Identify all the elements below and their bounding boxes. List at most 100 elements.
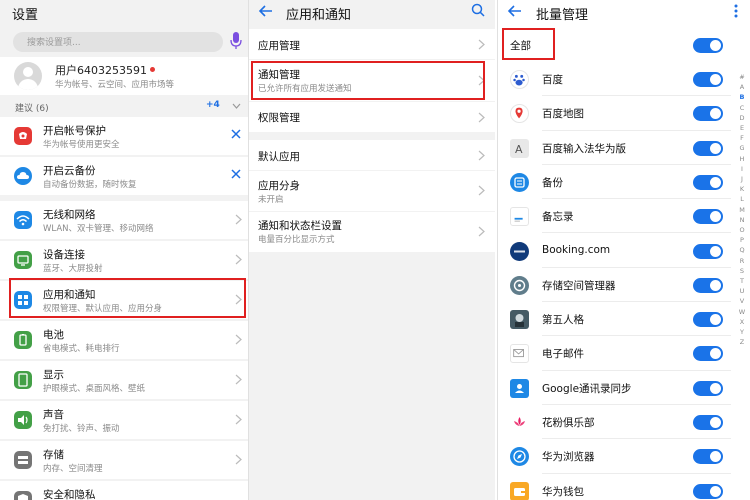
suggestions-count[interactable]: +4: [206, 100, 220, 110]
notification-toggle[interactable]: [693, 346, 723, 362]
menu-item-app-twin[interactable]: 应用分身 未开启: [249, 171, 495, 211]
suggestion-cloud-backup[interactable]: 开启云备份 自动备份数据，随时恢复: [0, 157, 248, 195]
settings-item-wireless[interactable]: 无线和网络 WLAN、双卡管理、移动网络: [0, 201, 248, 239]
app-name: 备忘录: [542, 211, 574, 224]
notification-toggle[interactable]: [693, 483, 723, 499]
notification-toggle[interactable]: [693, 380, 723, 396]
app-row-baidu[interactable]: 百度: [498, 62, 731, 97]
alphabet-letter[interactable]: W: [737, 307, 747, 317]
alphabet-letter[interactable]: #: [737, 72, 747, 82]
alphabet-letter[interactable]: Q: [737, 245, 747, 255]
storage-icon: [14, 451, 32, 469]
more-options-icon[interactable]: [734, 4, 738, 18]
menu-item-default-apps[interactable]: 默认应用: [249, 140, 495, 170]
app-row-identity-v[interactable]: 第五人格: [498, 302, 731, 337]
notification-toggle[interactable]: [693, 312, 723, 328]
alphabet-letter[interactable]: V: [737, 296, 747, 306]
microphone-icon[interactable]: [230, 32, 242, 50]
app-row-backup[interactable]: 备份: [498, 164, 731, 200]
alphabet-letter[interactable]: M: [737, 205, 747, 215]
app-name: 电子邮件: [542, 348, 584, 361]
notification-dot: [150, 67, 155, 72]
item-title: 应用分身: [258, 180, 300, 192]
notification-toggle[interactable]: [693, 72, 723, 87]
menu-item-app-management[interactable]: 应用管理: [249, 29, 495, 59]
app-row-huawei-wallet[interactable]: 华为钱包: [498, 473, 731, 500]
menu-item-notification-management[interactable]: 通知管理 已允许所有应用发送通知: [249, 60, 495, 101]
item-subtitle: WLAN、双卡管理、移动网络: [43, 224, 154, 234]
settings-item-storage[interactable]: 存储 内存、空间清理: [0, 441, 248, 479]
app-row-booking[interactable]: Booking.com: [498, 233, 731, 268]
alphabet-letter[interactable]: H: [737, 154, 747, 164]
alphabet-letter[interactable]: X: [737, 317, 747, 327]
alphabet-letter[interactable]: D: [737, 113, 747, 123]
alphabet-letter[interactable]: P: [737, 235, 747, 245]
alphabet-letter[interactable]: I: [737, 164, 747, 174]
app-row-huafen-club[interactable]: 花粉俱乐部: [498, 405, 731, 440]
app-row-baidu-map[interactable]: 百度地图: [498, 96, 731, 131]
close-icon[interactable]: [230, 168, 242, 180]
alphabet-letter[interactable]: O: [737, 225, 747, 235]
app-name: Booking.com: [542, 243, 611, 256]
notification-toggle[interactable]: [693, 449, 723, 465]
close-icon[interactable]: [230, 128, 242, 140]
back-arrow-icon[interactable]: [257, 2, 275, 20]
settings-item-display[interactable]: 显示 护眼模式、桌面风格、壁纸: [0, 361, 248, 399]
apps-icon: [14, 291, 32, 309]
notification-toggle[interactable]: [693, 174, 723, 190]
alphabet-letter[interactable]: Z: [737, 337, 747, 347]
alphabet-letter[interactable]: F: [737, 133, 747, 143]
account-protect-icon: [14, 127, 32, 145]
search-icon[interactable]: [471, 3, 485, 17]
notification-toggle[interactable]: [693, 140, 723, 156]
settings-item-security[interactable]: 安全和隐私: [0, 481, 248, 500]
alphabet-index[interactable]: # A B C D E F G H I J K L M N O P Q R S T U V W X Y Z: [737, 72, 747, 347]
settings-item-apps-notifications[interactable]: 应用和通知 权限管理、默认应用、应用分身: [0, 281, 248, 319]
app-row-email[interactable]: 电子邮件: [498, 336, 731, 371]
alphabet-letter[interactable]: K: [737, 184, 747, 194]
settings-item-sound[interactable]: 声音 免打扰、铃声、振动: [0, 401, 248, 439]
search-input[interactable]: 搜索设置项...: [13, 32, 223, 52]
app-name: 百度地图: [542, 108, 584, 121]
app-row-google-contacts[interactable]: Google通讯录同步: [498, 370, 731, 405]
chevron-down-icon[interactable]: [232, 103, 241, 109]
alphabet-letter[interactable]: E: [737, 123, 747, 133]
user-subtitle: 华为帐号、云空间、应用市场等: [55, 80, 175, 90]
notification-toggle[interactable]: [693, 106, 723, 122]
settings-item-device-connection[interactable]: 设备连接 蓝牙、大屏投射: [0, 241, 248, 279]
menu-item-notification-statusbar[interactable]: 通知和状态栏设置 电量百分比显示方式: [249, 212, 495, 252]
alphabet-letter[interactable]: B: [737, 92, 747, 102]
alphabet-letter[interactable]: L: [737, 194, 747, 204]
item-title: 电池: [43, 329, 64, 341]
alphabet-letter[interactable]: R: [737, 256, 747, 266]
user-account-row[interactable]: 用户6403253591 华为帐号、云空间、应用市场等: [0, 57, 248, 95]
alphabet-letter[interactable]: A: [737, 82, 747, 92]
back-arrow-icon[interactable]: [506, 2, 524, 20]
alphabet-letter[interactable]: G: [737, 143, 747, 153]
alphabet-letter[interactable]: N: [737, 215, 747, 225]
settings-item-battery[interactable]: 电池 省电模式、耗电排行: [0, 321, 248, 359]
notification-toggle[interactable]: [693, 243, 723, 259]
select-all-label: 全部: [510, 40, 531, 52]
app-row-storage-manager[interactable]: 存储空间管理器: [498, 267, 731, 303]
select-all-toggle[interactable]: [693, 38, 723, 53]
alphabet-letter[interactable]: J: [737, 174, 747, 184]
notification-toggle[interactable]: [693, 415, 723, 430]
device-connect-icon: [14, 251, 32, 269]
select-all-row[interactable]: 全部: [498, 28, 731, 62]
google-contacts-icon: [510, 378, 529, 398]
app-row-huawei-browser[interactable]: 华为浏览器: [498, 439, 731, 474]
app-row-baidu-input[interactable]: A 百度输入法华为版: [498, 130, 731, 165]
notification-toggle[interactable]: [693, 277, 723, 293]
alphabet-letter[interactable]: S: [737, 266, 747, 276]
alphabet-letter[interactable]: T: [737, 276, 747, 286]
menu-item-permission-management[interactable]: 权限管理: [249, 102, 495, 132]
settings-panel: 设置 搜索设置项... 用户6403253591 华为帐号、云空间、应用市场等 …: [0, 0, 248, 500]
battery-icon: [14, 331, 32, 349]
app-row-notes[interactable]: 备忘录: [498, 199, 731, 234]
suggestion-account-protection[interactable]: 开启帐号保护 华为帐号使用更安全: [0, 117, 248, 155]
alphabet-letter[interactable]: Y: [737, 327, 747, 337]
alphabet-letter[interactable]: U: [737, 286, 747, 296]
alphabet-letter[interactable]: C: [737, 103, 747, 113]
notification-toggle[interactable]: [693, 209, 723, 225]
